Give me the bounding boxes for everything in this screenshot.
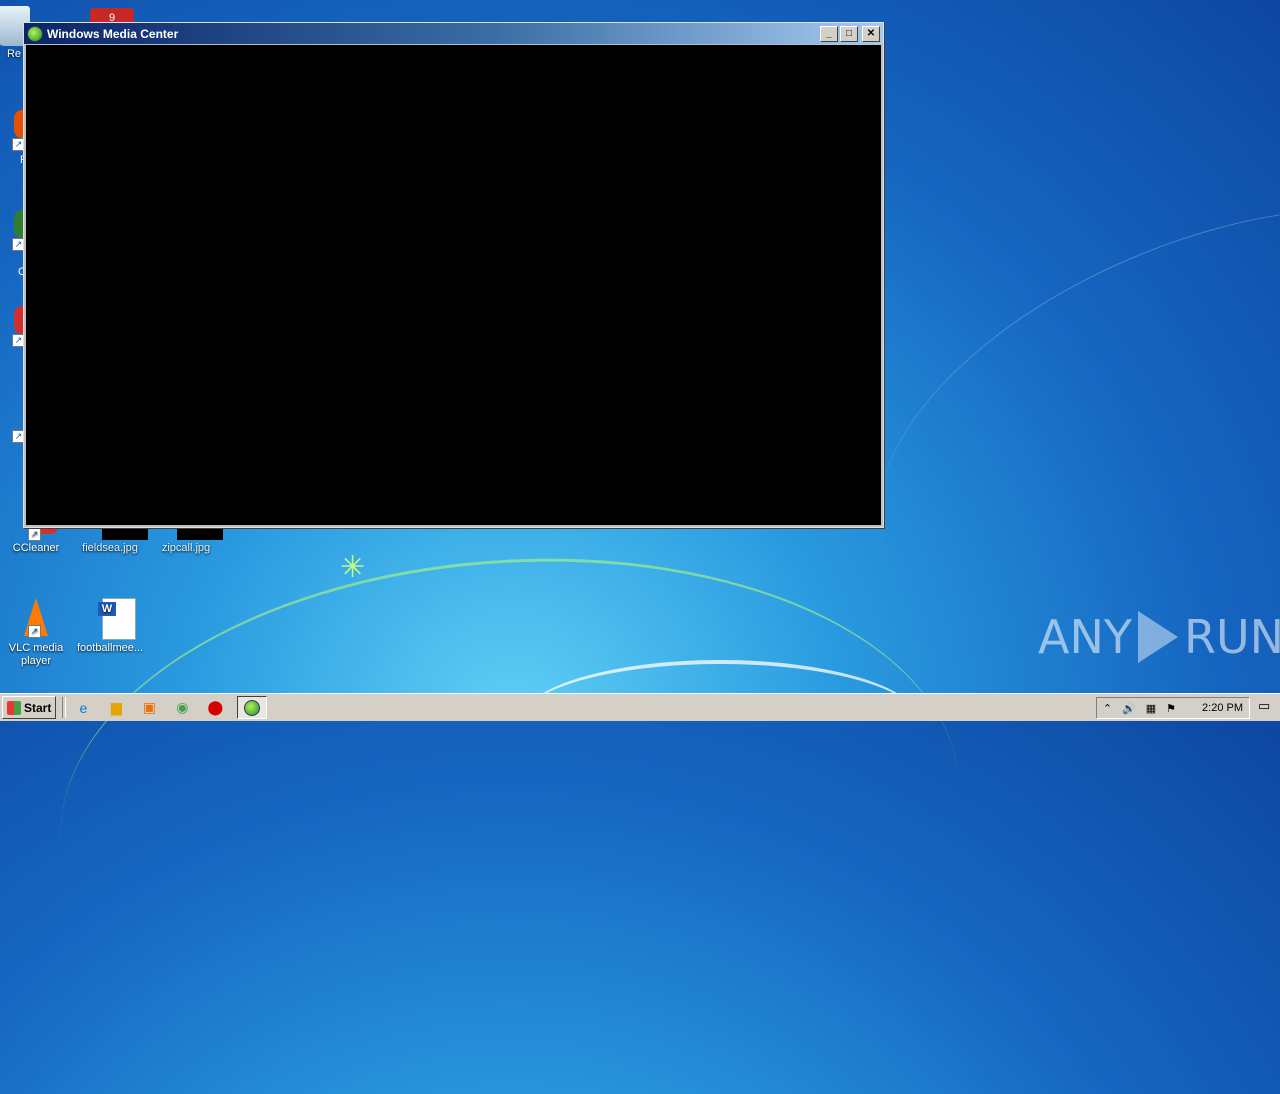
window-title: Windows Media Center [47, 26, 179, 41]
volume-icon[interactable]: 🔊 [1122, 702, 1136, 715]
wallpaper-sparkle-icon: ✳ [340, 551, 366, 584]
network-icon[interactable]: ▦ [1146, 702, 1156, 715]
vlc-cone-icon: ↗ [14, 596, 58, 640]
clock[interactable]: 2:20 PM [1202, 702, 1243, 714]
start-button[interactable]: Start [2, 696, 57, 719]
taskbar-media-center-button[interactable] [237, 696, 268, 719]
desktop-icon-vlc[interactable]: ↗ VLC media player [0, 596, 72, 668]
media-center-app-icon [27, 25, 43, 42]
chrome-icon[interactable]: ◉ [171, 697, 193, 719]
show-hidden-icons-icon[interactable]: ⌃ [1103, 702, 1112, 715]
action-center-flag-icon[interactable]: ⚑ [1166, 702, 1176, 715]
window-titlebar[interactable]: Windows Media Center _ □ ✕ [24, 23, 883, 44]
system-tray: ⌃ 🔊 ▦ ⚑ 2:20 PM [1095, 697, 1250, 719]
play-triangle-icon [1137, 611, 1178, 663]
window-content-area[interactable] [26, 45, 881, 525]
maximize-button[interactable]: □ [840, 25, 858, 42]
taskbar: Start e ▆ ▣ ◉ ⬤ ⌃ 🔊 ▦ ⚑ 2:20 PM ▭ [0, 693, 1280, 721]
media-player-icon[interactable]: ▣ [138, 697, 160, 719]
wallpaper-swoosh [43, 529, 977, 1094]
close-button[interactable]: ✕ [862, 25, 880, 42]
minimize-button[interactable]: _ [820, 25, 838, 42]
wallpaper-swoosh [520, 660, 920, 784]
shortcut-arrow-icon: ↗ [28, 528, 41, 541]
opera-icon[interactable]: ⬤ [204, 697, 226, 719]
file-explorer-icon[interactable]: ▆ [105, 697, 127, 719]
taskbar-separator [62, 697, 67, 718]
maximize-icon: □ [845, 27, 853, 39]
media-center-window[interactable]: Windows Media Center _ □ ✕ [23, 22, 884, 528]
minimize-icon: _ [826, 27, 832, 39]
word-document-icon: W [88, 596, 136, 640]
desktop-icon-football-doc[interactable]: W footballmee... [74, 596, 146, 655]
internet-explorer-icon[interactable]: e [72, 697, 94, 719]
windows-flag-icon [7, 700, 21, 715]
anyrun-watermark: ANY RUN [1038, 610, 1280, 664]
media-center-app-icon [244, 699, 261, 716]
shortcut-arrow-icon: ↗ [28, 625, 41, 638]
close-icon: ✕ [866, 27, 876, 39]
show-desktop-icon[interactable]: ▭ [1258, 698, 1276, 714]
